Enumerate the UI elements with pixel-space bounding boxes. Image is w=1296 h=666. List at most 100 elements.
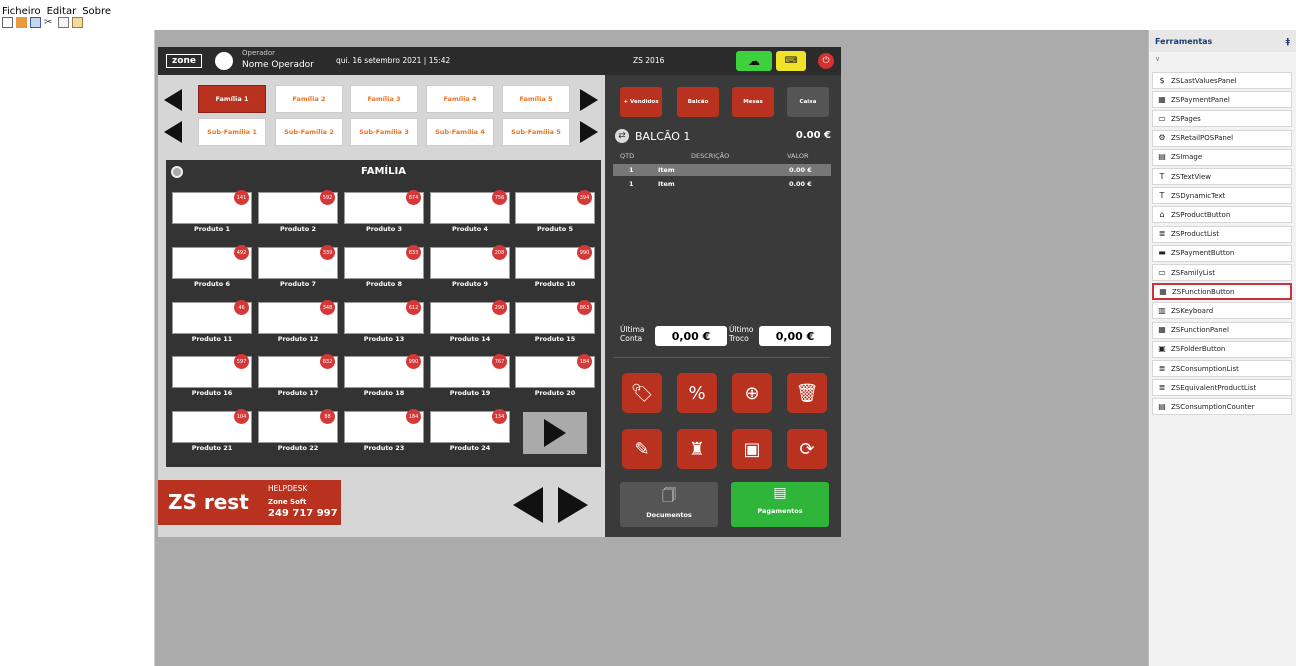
menu-ficheiro[interactable]: Ficheiro bbox=[2, 6, 41, 17]
family-button[interactable]: Família 4 bbox=[426, 85, 494, 113]
chef-hat-icon[interactable]: ♜ bbox=[677, 429, 717, 469]
documents-button[interactable]: 🗍 Documentos bbox=[620, 482, 718, 527]
product-badge: 492 bbox=[234, 245, 249, 260]
products-next-button[interactable] bbox=[523, 412, 587, 454]
toolbox-item[interactable]: ▦ ZSPaymentPanel bbox=[1152, 91, 1292, 109]
product-name: Produto 4 bbox=[451, 225, 489, 233]
toolbox-item[interactable]: ▦ ZSFunctionPanel bbox=[1152, 321, 1292, 339]
product-button[interactable]: 184 Produto 20 bbox=[515, 354, 595, 401]
product-button[interactable]: 134 Produto 24 bbox=[430, 409, 510, 456]
menu-editar[interactable]: Editar bbox=[47, 6, 77, 17]
toolbox-item[interactable]: ▣ ZSFolderButton bbox=[1152, 340, 1292, 358]
printer-icon[interactable]: ▣ bbox=[732, 429, 772, 469]
subfamily-button[interactable]: Sub-Família 3 bbox=[350, 118, 418, 146]
toolbox-item[interactable]: ▦ ZSFunctionButton bbox=[1152, 283, 1292, 301]
product-name: Produto 24 bbox=[449, 444, 491, 452]
toolbox-item[interactable]: T ZSDynamicText bbox=[1152, 187, 1292, 205]
product-button[interactable]: 832 Produto 17 bbox=[258, 354, 338, 401]
cut-icon[interactable]: ✂ bbox=[44, 17, 55, 28]
families-prev-icon[interactable] bbox=[164, 89, 182, 111]
product-button[interactable]: 492 Produto 6 bbox=[172, 245, 252, 292]
families-next-icon[interactable] bbox=[580, 89, 598, 111]
product-button[interactable]: 141 Produto 1 bbox=[172, 190, 252, 237]
product-name: Produto 9 bbox=[451, 280, 489, 288]
product-button[interactable]: 833 Produto 8 bbox=[344, 245, 424, 292]
subfamily-button[interactable]: Sub-Família 1 bbox=[198, 118, 266, 146]
toolbox-item[interactable]: ▥ ZSKeyboard bbox=[1152, 302, 1292, 320]
product-button[interactable]: 767 Produto 19 bbox=[430, 354, 510, 401]
new-icon[interactable] bbox=[2, 17, 13, 28]
product-button[interactable]: 592 Produto 2 bbox=[258, 190, 338, 237]
product-button[interactable]: 990 Produto 10 bbox=[515, 245, 595, 292]
family-button[interactable]: Família 2 bbox=[275, 85, 343, 113]
toolbox-item[interactable]: ▤ ZSConsumptionCounter bbox=[1152, 398, 1292, 416]
product-button[interactable]: 104 Produto 21 bbox=[172, 409, 252, 456]
subfamily-button[interactable]: Sub-Família 4 bbox=[426, 118, 494, 146]
cloud-icon[interactable]: ☁ bbox=[736, 51, 772, 71]
product-button[interactable]: 184 Produto 23 bbox=[344, 409, 424, 456]
open-icon[interactable] bbox=[16, 17, 27, 28]
edit-pencil-icon[interactable]: ✎ bbox=[622, 429, 662, 469]
page-prev-icon[interactable] bbox=[513, 487, 543, 523]
transfer-icon[interactable]: ⇄ bbox=[615, 129, 629, 143]
product-button[interactable]: 339 Produto 7 bbox=[258, 245, 338, 292]
product-button[interactable]: 290 Produto 14 bbox=[430, 300, 510, 347]
product-button[interactable]: 874 Produto 3 bbox=[344, 190, 424, 237]
family-button[interactable]: Família 3 bbox=[350, 85, 418, 113]
toolbox-item[interactable]: ▤ ZSImage bbox=[1152, 148, 1292, 166]
keyboard-icon[interactable]: ⌨ bbox=[776, 51, 806, 71]
product-button[interactable]: 88 Produto 22 bbox=[258, 409, 338, 456]
product-button[interactable]: 348 Produto 12 bbox=[258, 300, 338, 347]
discount-tag-icon[interactable]: % bbox=[677, 373, 717, 413]
power-icon[interactable]: ⏻ bbox=[818, 53, 834, 69]
collapse-icon[interactable]: ∨ bbox=[1155, 55, 1160, 63]
helpdesk-banner[interactable]: ZS rest HELPDESK Zone Soft 249 717 997 bbox=[158, 480, 341, 525]
paste-icon[interactable] bbox=[72, 17, 83, 28]
subfamilies-prev-icon[interactable] bbox=[164, 121, 182, 143]
mais-vendidos-button[interactable]: + Vendidos bbox=[620, 87, 662, 117]
add-document-icon[interactable]: ⊕ bbox=[732, 373, 772, 413]
family-button[interactable]: Família 1 bbox=[198, 85, 266, 113]
caixa-button[interactable]: Caixa bbox=[787, 87, 829, 117]
dollar-icon: $ bbox=[1159, 75, 1165, 85]
balcao-button[interactable]: Balcão bbox=[677, 87, 719, 117]
toolbox-item[interactable]: ≣ ZSConsumptionList bbox=[1152, 360, 1292, 377]
toolbox-item[interactable]: ▭ ZSPages bbox=[1152, 110, 1292, 128]
copy-icon[interactable] bbox=[58, 17, 69, 28]
subfamily-button[interactable]: Sub-Família 5 bbox=[502, 118, 570, 146]
price-tag-icon[interactable]: 🏷 bbox=[622, 373, 662, 413]
toolbox-item[interactable]: ⌂ ZSProductButton bbox=[1152, 206, 1292, 224]
product-button[interactable]: 46 Produto 11 bbox=[172, 300, 252, 347]
subfamilies-next-icon[interactable] bbox=[580, 121, 598, 143]
documents-label: Documentos bbox=[646, 511, 692, 519]
product-button[interactable]: 394 Produto 5 bbox=[515, 190, 595, 237]
toolbox-item[interactable]: ⚙ ZSRetailPOSPanel bbox=[1152, 129, 1292, 147]
refresh-icon[interactable]: ⟳ bbox=[787, 429, 827, 469]
pin-icon[interactable]: ǂ bbox=[1286, 37, 1290, 46]
menu-sobre[interactable]: Sobre bbox=[82, 6, 111, 17]
order-line[interactable]: 1 Item 0.00 € bbox=[613, 178, 831, 190]
order-line[interactable]: 1 Item 0.00 € bbox=[613, 164, 831, 176]
family-button[interactable]: Família 5 bbox=[502, 85, 570, 113]
toolbox-item[interactable]: ≣ ZSEquivalentProductList bbox=[1152, 379, 1292, 397]
toolbox-item[interactable]: T ZSTextView bbox=[1152, 168, 1292, 185]
product-button[interactable]: 863 Produto 15 bbox=[515, 300, 595, 347]
product-button[interactable]: 990 Produto 18 bbox=[344, 354, 424, 401]
toolbox-item-label: ZSFunctionPanel bbox=[1171, 326, 1229, 335]
product-button[interactable]: 612 Produto 13 bbox=[344, 300, 424, 347]
subfamily-button[interactable]: Sub-Família 2 bbox=[275, 118, 343, 146]
product-button[interactable]: 756 Produto 4 bbox=[430, 190, 510, 237]
toolbox-item[interactable]: ▭ ZSFamilyList bbox=[1152, 264, 1292, 281]
save-icon[interactable] bbox=[30, 17, 41, 28]
page-next-icon[interactable] bbox=[558, 487, 588, 523]
product-button[interactable]: 597 Produto 16 bbox=[172, 354, 252, 401]
delete-item-icon[interactable]: 🗑 bbox=[787, 373, 827, 413]
toolbox-item[interactable]: ≣ ZSProductList bbox=[1152, 225, 1292, 243]
list-icon: ≣ bbox=[1158, 382, 1166, 392]
product-name: Produto 21 bbox=[191, 444, 233, 452]
mesas-button[interactable]: Mesas bbox=[732, 87, 774, 117]
toolbox-item[interactable]: $ ZSLastValuesPanel bbox=[1152, 72, 1292, 89]
payments-button[interactable]: ▤ Pagamentos bbox=[731, 482, 829, 527]
product-button[interactable]: 208 Produto 9 bbox=[430, 245, 510, 292]
toolbox-item[interactable]: ▬ ZSPaymentButton bbox=[1152, 244, 1292, 262]
